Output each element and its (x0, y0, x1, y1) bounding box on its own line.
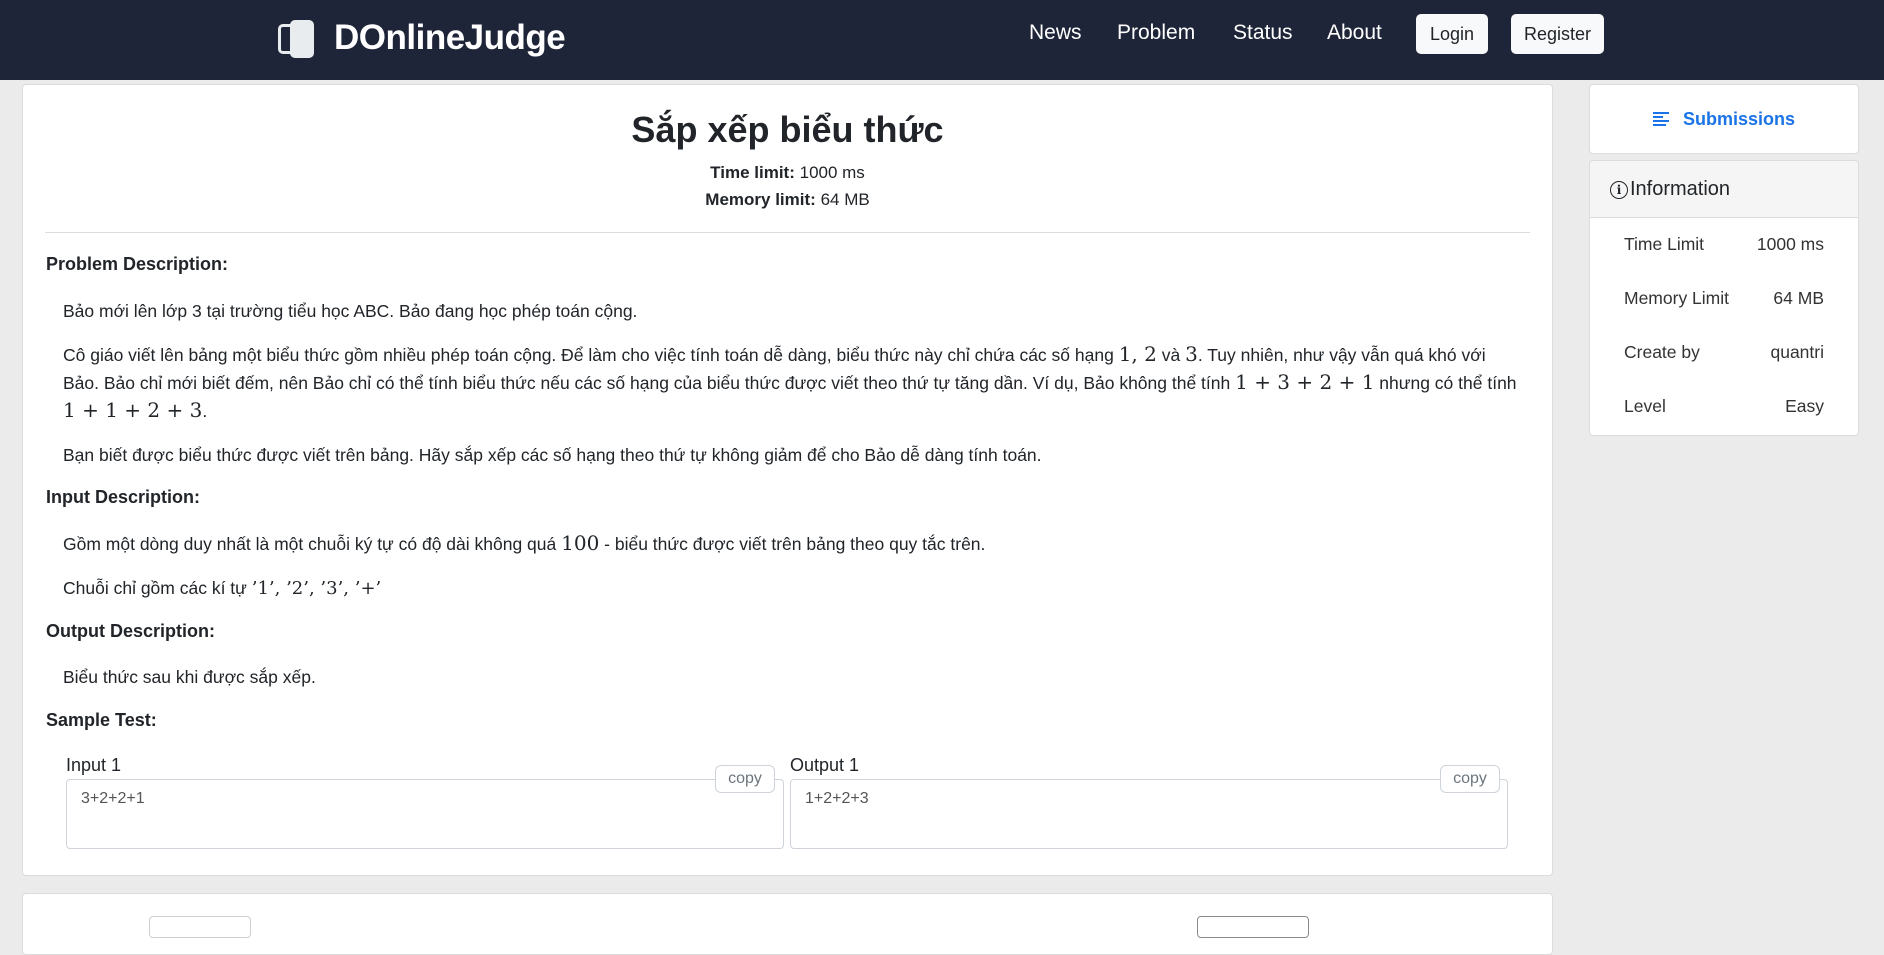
nav-link-status[interactable]: Status (1233, 21, 1293, 45)
submit-button[interactable] (1197, 916, 1309, 938)
submissions-label[interactable]: Submissions (1683, 109, 1795, 129)
submissions-card: Submissions (1589, 84, 1859, 154)
input-paragraph-2: Chuỗi chỉ gồm các kí tự ’1’, ’2’, ’3’, ’… (63, 578, 382, 599)
time-limit-label: Time limit: (710, 163, 795, 182)
logo-icon (278, 20, 314, 58)
info-icon: i (1610, 180, 1628, 199)
copy-input-button[interactable]: copy (715, 765, 775, 793)
copy-output-button[interactable]: copy (1440, 765, 1500, 793)
problem-title: Sắp xếp biểu thức (631, 109, 944, 150)
list-icon (1652, 112, 1669, 126)
info-value: 1000 ms (1756, 234, 1824, 254)
memory-limit-line: Memory limit: 64 MB (23, 190, 1552, 210)
brand[interactable]: DOnlineJudge (278, 18, 566, 58)
login-button[interactable]: Login (1416, 14, 1488, 54)
info-key: Create by (1624, 342, 1700, 362)
description-paragraph-1: Bảo mới lên lớp 3 tại trường tiểu học AB… (63, 301, 638, 321)
description-paragraph-3: Bạn biết được biểu thức được viết trên b… (63, 445, 1042, 465)
info-key: Level (1624, 396, 1666, 416)
sample-output-value: 1+2+2+3 (805, 790, 869, 807)
memory-limit-value: 64 MB (820, 190, 870, 209)
time-limit-line: Time limit: 1000 ms (23, 163, 1552, 183)
sample-output-box[interactable]: 1+2+2+3 (790, 779, 1508, 849)
divider (45, 232, 1530, 233)
time-limit-value: 1000 ms (799, 163, 865, 182)
info-value: 64 MB (1773, 288, 1824, 308)
nav-link-news[interactable]: News (1029, 21, 1082, 45)
input-description-heading: Input Description: (46, 487, 200, 507)
sample-output-label: Output 1 (790, 755, 860, 775)
brand-name[interactable]: DOnlineJudge (334, 18, 566, 58)
nav-link-problem[interactable]: Problem (1117, 21, 1195, 45)
top-navbar: DOnlineJudge News Problem Status About L… (0, 0, 1884, 80)
information-header: i Information (1590, 161, 1858, 218)
output-description-heading: Output Description: (46, 621, 215, 641)
sample-test-heading: Sample Test: (46, 710, 157, 730)
information-title: Information (1630, 178, 1731, 200)
problem-card: Sắp xếp biểu thức Time limit: 1000 ms Me… (22, 84, 1553, 876)
submit-card (22, 893, 1553, 955)
sample-input-box[interactable]: 3+2+2+1 (66, 779, 784, 849)
sample-input-label: Input 1 (66, 755, 122, 775)
input-paragraph-1: Gồm một dòng duy nhất là một chuỗi ký tự… (63, 531, 986, 555)
language-select[interactable] (149, 916, 251, 938)
register-button[interactable]: Register (1511, 14, 1604, 54)
problem-description-heading: Problem Description: (46, 254, 229, 274)
memory-limit-label: Memory limit: (705, 190, 816, 209)
nav-link-about[interactable]: About (1327, 21, 1382, 45)
sample-input-value: 3+2+2+1 (81, 790, 145, 807)
info-key: Memory Limit (1624, 288, 1730, 308)
info-key: Time Limit (1624, 234, 1705, 254)
info-value: Easy (1785, 396, 1824, 416)
description-paragraph-2: Cô giáo viết lên bảng một biểu thức gồm … (63, 342, 1517, 422)
information-card: i Information Time Limit 1000 ms Memory … (1589, 160, 1859, 436)
submissions-link[interactable]: Submissions (1590, 109, 1858, 130)
output-paragraph-1: Biểu thức sau khi được sắp xếp. (63, 667, 316, 687)
info-value: quantri (1770, 342, 1824, 362)
